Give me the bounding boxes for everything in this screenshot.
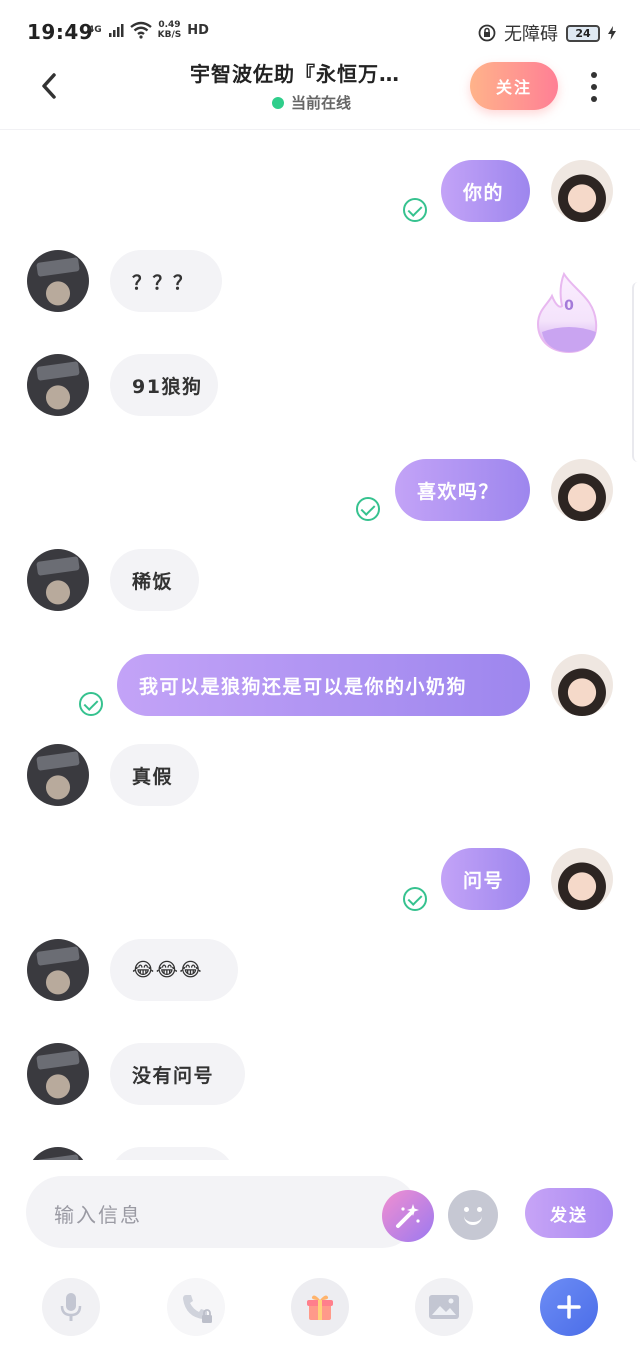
message-bubble-received[interactable]: 没有问号	[110, 1043, 245, 1105]
message-bubble-received[interactable]: 91狼狗	[110, 354, 218, 416]
online-status: 当前在线	[272, 92, 351, 113]
follow-button[interactable]: 关注	[470, 62, 558, 110]
message-bubble-received[interactable]: 稀饭	[110, 549, 199, 611]
intimacy-value: 0	[564, 298, 574, 314]
chevron-left-icon	[42, 73, 56, 99]
message-bubble-received[interactable]: 😂😂😂	[110, 939, 238, 1001]
plus-icon	[557, 1295, 581, 1319]
message-bubble-sent[interactable]: 喜欢吗？	[395, 459, 530, 521]
read-check-icon	[403, 198, 427, 222]
message-input[interactable]: 输入信息	[26, 1176, 434, 1248]
battery-indicator: 24	[566, 24, 600, 42]
hd-badge: HD	[187, 22, 209, 38]
input-bar: 输入信息 发送	[0, 1160, 640, 1260]
chat-header: 宇智波佐助『永恒万… 当前在线 关注	[0, 50, 640, 130]
speed-value: 0.49	[158, 20, 181, 30]
message-bubble-sent[interactable]: 问号	[441, 848, 530, 910]
emoji-face-icon	[464, 1216, 482, 1225]
speed-unit: KB/S	[157, 30, 182, 40]
my-avatar[interactable]	[551, 459, 613, 521]
message-list[interactable]: 你的 ？？？ 0 91狼狗 喜欢吗？ 稀饭 我可以是狼狗还是可以是你的小奶狗 真…	[0, 132, 640, 1162]
signal-icon	[108, 24, 124, 37]
charging-icon	[608, 26, 616, 40]
my-avatar[interactable]	[551, 654, 613, 716]
gift-button[interactable]	[291, 1278, 349, 1336]
status-right: 无障碍 24	[478, 20, 616, 46]
online-status-label: 当前在线	[291, 94, 352, 112]
contact-avatar[interactable]	[27, 549, 89, 611]
bottom-toolbar	[0, 1270, 640, 1351]
message-input-placeholder: 输入信息	[54, 1203, 142, 1227]
accessibility-label: 无障碍	[504, 24, 558, 45]
read-check-icon	[403, 887, 427, 911]
wifi-icon	[129, 21, 152, 39]
back-button[interactable]	[36, 72, 64, 100]
status-time: 19:49	[27, 20, 94, 44]
contact-avatar[interactable]	[27, 744, 89, 806]
message-bubble-received[interactable]: ？？？	[110, 250, 222, 312]
message-bubble-sent[interactable]: 你的	[441, 160, 530, 222]
phone-icon	[183, 1295, 212, 1323]
my-avatar[interactable]	[551, 160, 613, 222]
emoji-button[interactable]	[448, 1190, 498, 1240]
voice-button[interactable]	[42, 1278, 100, 1336]
voice-call-button[interactable]	[167, 1278, 225, 1336]
read-check-icon	[356, 497, 380, 521]
read-check-icon	[79, 692, 103, 716]
network-speed: 0.49 KB/S	[158, 20, 182, 40]
contact-avatar[interactable]	[27, 354, 89, 416]
message-bubble-sent[interactable]: 我可以是狼狗还是可以是你的小奶狗	[117, 654, 530, 716]
message-bubble-received[interactable]: 真假	[110, 744, 199, 806]
microphone-icon	[60, 1293, 82, 1321]
my-avatar[interactable]	[551, 848, 613, 910]
more-options-icon[interactable]	[586, 72, 602, 102]
contact-avatar[interactable]	[27, 939, 89, 1001]
accessibility-lock-icon	[478, 24, 496, 42]
status-left-icons: 4G 0.49 KB/S HD	[88, 20, 209, 40]
magic-wand-button[interactable]	[382, 1190, 434, 1242]
chat-title: 宇智波佐助『永恒万…	[190, 62, 400, 86]
online-dot-icon	[272, 96, 284, 109]
image-icon	[429, 1295, 459, 1319]
image-button[interactable]	[415, 1278, 473, 1336]
contact-avatar[interactable]	[27, 1043, 89, 1105]
scroll-edge	[632, 282, 640, 462]
magic-wand-icon	[396, 1204, 420, 1228]
contact-avatar[interactable]	[27, 250, 89, 312]
gift-icon	[307, 1295, 333, 1320]
send-button[interactable]: 发送	[525, 1188, 613, 1238]
network-type: 4G	[88, 24, 102, 35]
more-actions-button[interactable]	[540, 1278, 598, 1336]
